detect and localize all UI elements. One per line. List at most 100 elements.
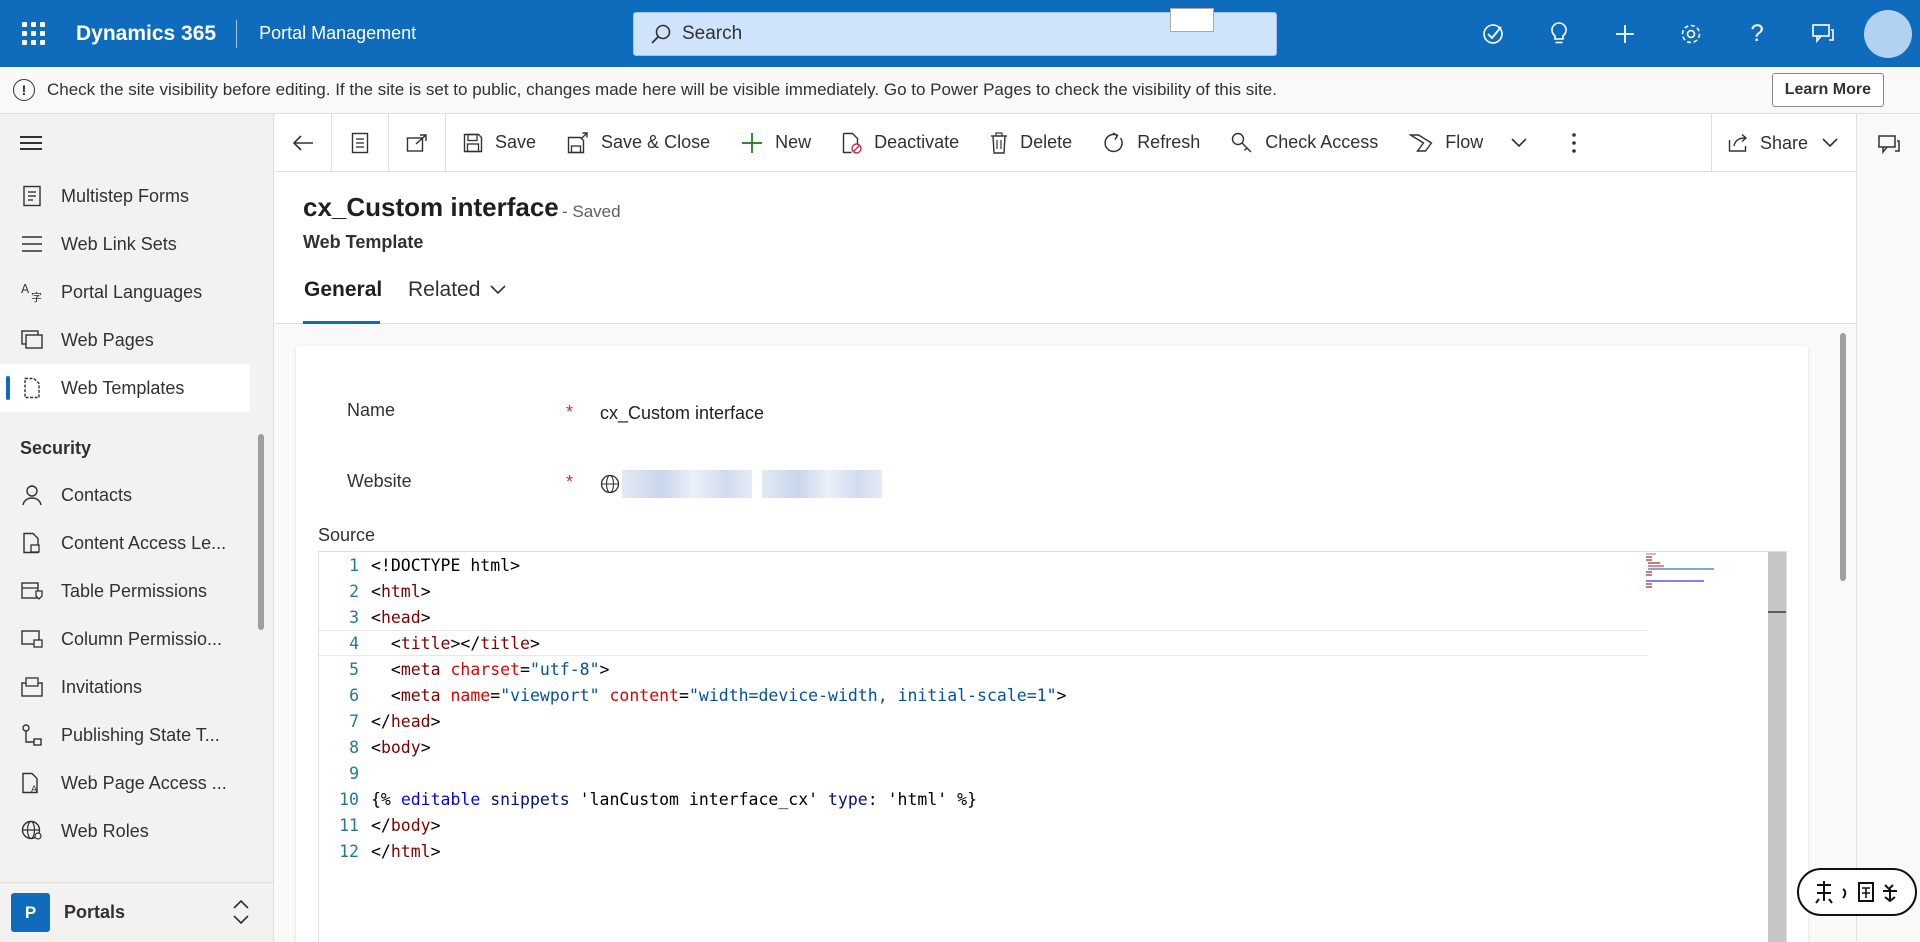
required-marker: * xyxy=(566,402,574,422)
line-number: 1 xyxy=(349,555,359,575)
sidebar-scrollbar[interactable] xyxy=(258,434,264,630)
delete-button[interactable]: Delete xyxy=(973,114,1086,171)
code-line[interactable]: 8 <body> xyxy=(319,734,1647,760)
code-line[interactable]: 10 {% editable snippets 'lanCustom interf… xyxy=(319,786,1647,812)
sidebar-item-web-templates[interactable]: Web Templates xyxy=(0,364,250,412)
website-lookup-field[interactable] xyxy=(600,470,882,498)
area-label: Portals xyxy=(64,902,126,922)
command-bar: Save Save & Close New Deactivate Delete … xyxy=(275,114,1856,172)
record-set-button[interactable] xyxy=(332,114,389,171)
assistant-icon[interactable] xyxy=(1460,0,1526,67)
code-token: = xyxy=(520,659,530,679)
code-line[interactable]: 11 </body> xyxy=(319,812,1647,838)
line-number: 12 xyxy=(339,841,359,861)
sidebar-item-contacts[interactable]: Contacts xyxy=(0,471,250,519)
code-line[interactable]: 6 <meta name="viewport" content="width=d… xyxy=(319,682,1647,708)
sidebar-item-label: Web Roles xyxy=(61,820,149,841)
sidebar-item-web-link-sets[interactable]: Web Link Sets xyxy=(0,220,250,268)
area-name[interactable]: Portal Management xyxy=(237,23,416,44)
more-vertical-icon xyxy=(1572,132,1577,153)
sidebar-item-column-permissions[interactable]: Column Permissio... xyxy=(0,615,250,663)
check-access-button[interactable]: Check Access xyxy=(1214,114,1392,171)
code-line[interactable]: 3 <head> xyxy=(319,604,1647,630)
source-code-editor[interactable]: 1 <!DOCTYPE html> 2 <html> 3 <head> 4 <title><… xyxy=(318,551,1787,942)
plus-icon[interactable] xyxy=(1592,0,1658,67)
flow-button[interactable]: Flow xyxy=(1392,114,1541,171)
tab-related[interactable]: Related xyxy=(408,278,506,302)
refresh-icon xyxy=(1104,131,1124,152)
line-number: 8 xyxy=(349,737,359,757)
sidebar-item-web-roles[interactable]: Web Roles xyxy=(0,807,250,855)
avatar[interactable] xyxy=(1864,9,1912,58)
back-button[interactable] xyxy=(275,114,332,171)
open-new-window-button[interactable] xyxy=(389,114,446,171)
deactivate-button[interactable]: Deactivate xyxy=(825,114,973,171)
code-token: html xyxy=(380,581,421,601)
sidebar-item-content-access-levels[interactable]: Content Access Le... xyxy=(0,519,250,567)
share-button[interactable]: Share xyxy=(1710,114,1856,172)
form-scrollbar[interactable] xyxy=(1840,333,1846,581)
code-text: </html> xyxy=(371,842,441,861)
collapse-nav-button[interactable] xyxy=(0,114,273,172)
sidebar-item-web-page-access-control[interactable]: A Web Page Access ... xyxy=(0,759,250,807)
chat-icon[interactable] xyxy=(1877,134,1901,156)
sidebar-item-table-permissions[interactable]: Table Permissions xyxy=(0,567,250,615)
refresh-button[interactable]: Refresh xyxy=(1086,114,1214,171)
line-number: 5 xyxy=(349,659,359,679)
waffle-icon xyxy=(21,22,45,45)
code-line[interactable]: 9 xyxy=(319,760,1647,786)
line-number: 10 xyxy=(339,789,359,809)
lightbulb-icon[interactable] xyxy=(1526,0,1592,67)
learn-more-button[interactable]: Learn More xyxy=(1771,73,1884,107)
more-commands-button[interactable] xyxy=(1541,114,1591,171)
code-line[interactable]: 2 <html> xyxy=(319,578,1647,604)
new-label: New xyxy=(775,132,812,152)
code-token: title xyxy=(480,633,530,653)
app-launcher-button[interactable] xyxy=(0,0,66,67)
sidebar-item-portal-languages[interactable]: A字 Portal Languages xyxy=(0,268,250,316)
sidebar-item-label: Contacts xyxy=(61,484,133,505)
save-and-close-button[interactable]: Save & Close xyxy=(550,114,724,171)
code-text: <head> xyxy=(371,608,431,627)
line-number: 9 xyxy=(349,763,359,783)
right-side-pane-rail xyxy=(1856,114,1920,942)
gear-icon[interactable] xyxy=(1658,0,1724,67)
chevron-up-down-icon xyxy=(233,899,249,925)
chevron-down-icon[interactable] xyxy=(1511,137,1527,148)
code-line[interactable]: 7 </head> xyxy=(319,708,1647,734)
sidebar-item-publishing-state-transitions[interactable]: Publishing State T... xyxy=(0,711,250,759)
code-line[interactable]: 1 <!DOCTYPE html> xyxy=(319,552,1647,578)
area-badge: P xyxy=(11,893,50,932)
code-token: "width=device-width, initial-scale=1" xyxy=(688,685,1057,705)
code-token: body xyxy=(380,737,421,757)
invitation-icon xyxy=(20,675,44,699)
code-line[interactable]: 12 </html> xyxy=(319,838,1647,864)
area-switcher[interactable]: P Portals xyxy=(0,882,273,942)
app-name[interactable]: Dynamics 365 xyxy=(66,22,236,46)
code-token: ></ xyxy=(450,633,481,653)
sidebar-item-web-pages[interactable]: Web Pages xyxy=(0,316,250,364)
svg-text:A: A xyxy=(21,282,30,296)
top-app-bar: Dynamics 365 Portal Management Search ? xyxy=(0,0,1920,67)
save-button[interactable]: Save xyxy=(446,114,550,171)
sidebar-item-multistep-forms[interactable]: Multistep Forms xyxy=(0,172,250,220)
chat-icon[interactable] xyxy=(1790,0,1856,67)
new-button[interactable]: New xyxy=(724,114,825,171)
sidebar-item-label: Publishing State T... xyxy=(61,724,220,745)
sidebar-item-invitations[interactable]: Invitations xyxy=(0,663,250,711)
code-token: editable xyxy=(400,789,481,809)
code-token: title xyxy=(400,633,451,653)
help-icon[interactable]: ? xyxy=(1724,0,1790,67)
search-placeholder: Search xyxy=(682,23,743,44)
code-text: <body> xyxy=(371,738,431,757)
share-label: Share xyxy=(1759,132,1808,153)
code-token: > xyxy=(420,581,431,601)
code-line[interactable]: 5 <meta charset="utf-8"> xyxy=(319,656,1647,682)
code-line[interactable]: 4 <title></title> xyxy=(319,630,1647,656)
tab-general[interactable]: General xyxy=(304,278,382,324)
code-minimap[interactable] xyxy=(1644,552,1730,592)
share-icon xyxy=(1728,133,1748,152)
code-token: body xyxy=(390,815,431,835)
name-field[interactable]: cx_Custom interface xyxy=(600,403,764,424)
sidebar-item-label: Content Access Le... xyxy=(61,532,227,553)
